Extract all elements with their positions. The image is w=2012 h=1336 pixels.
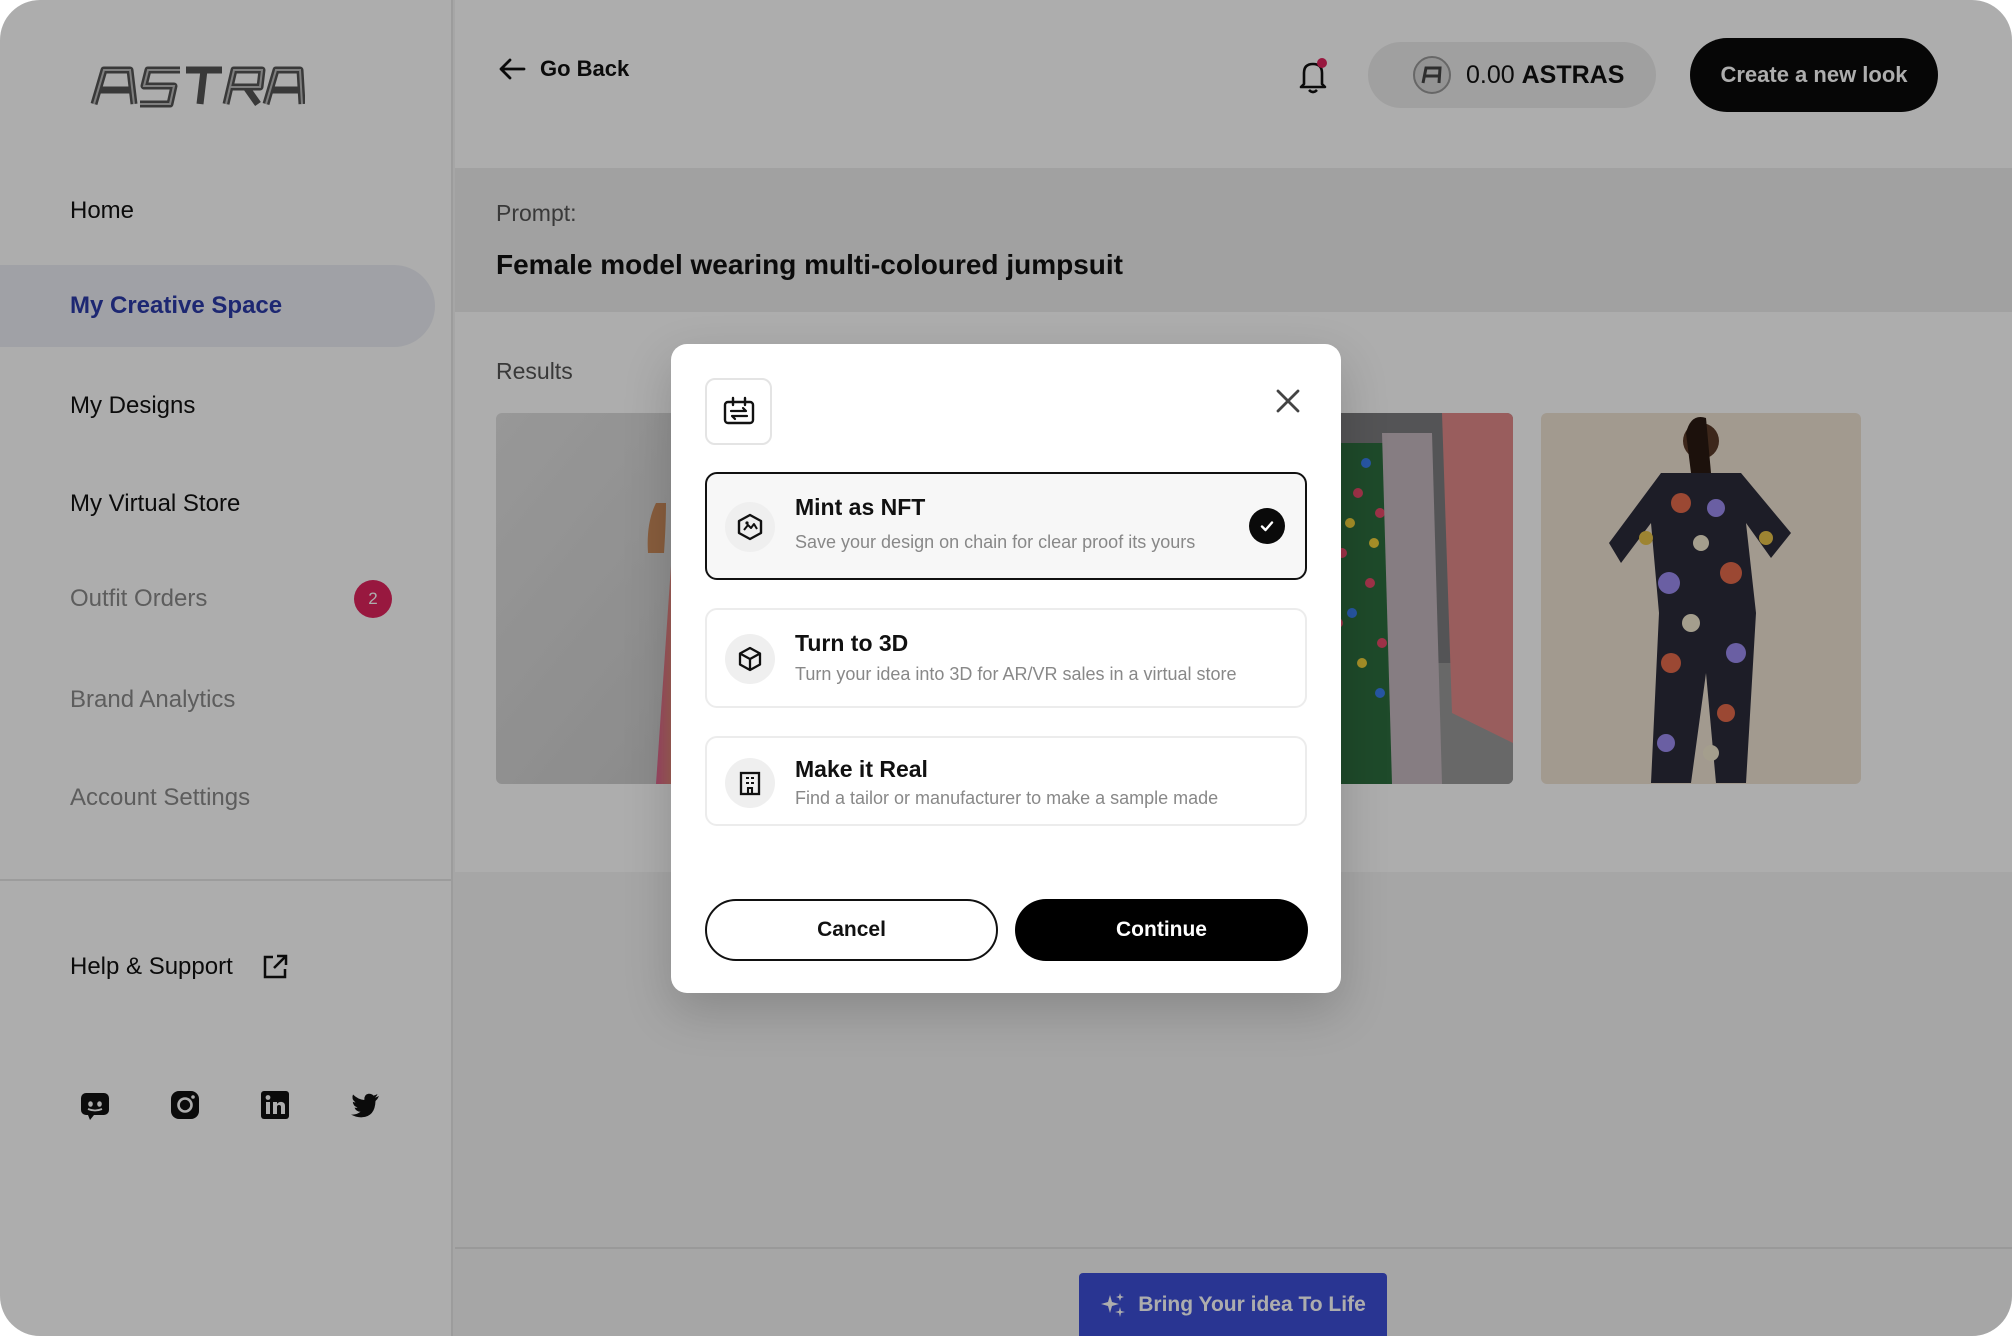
modal-header-icon-box xyxy=(705,378,772,445)
continue-button[interactable]: Continue xyxy=(1015,899,1308,961)
nft-icon xyxy=(725,502,775,552)
option-turn-to-3d[interactable]: Turn to 3D Turn your idea into 3D for AR… xyxy=(705,608,1307,708)
option-make-it-real[interactable]: Make it Real Find a tailor or manufactur… xyxy=(705,736,1307,826)
option-title: Make it Real xyxy=(795,756,928,782)
convert-icon xyxy=(723,396,754,424)
cancel-button[interactable]: Cancel xyxy=(705,899,998,961)
option-title: Mint as NFT xyxy=(795,494,926,520)
option-description: Save your design on chain for clear proo… xyxy=(795,532,1196,552)
building-icon xyxy=(725,758,775,808)
option-mint-as-nft[interactable]: Mint as NFT Save your design on chain fo… xyxy=(705,472,1307,580)
option-description: Find a tailor or manufacturer to make a … xyxy=(795,788,1219,808)
option-description: Turn your idea into 3D for AR/VR sales i… xyxy=(795,664,1237,684)
next-step-modal: Mint as NFT Save your design on chain fo… xyxy=(671,344,1341,993)
cube-icon xyxy=(725,634,775,684)
selected-check-icon xyxy=(1249,508,1285,544)
close-icon[interactable] xyxy=(1271,384,1305,418)
option-title: Turn to 3D xyxy=(795,630,909,656)
app-window: Home My Creative Space My Designs My Vir… xyxy=(0,0,2012,1336)
